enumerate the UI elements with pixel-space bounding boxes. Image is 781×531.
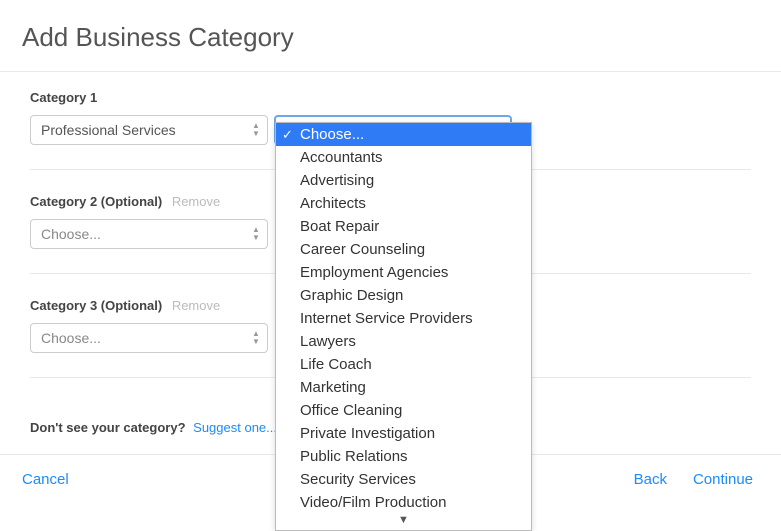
- dropdown-option[interactable]: Boat Repair: [276, 215, 531, 238]
- category-3-remove-link[interactable]: Remove: [172, 298, 220, 313]
- category-1-primary-value: Professional Services: [41, 122, 176, 138]
- cancel-button[interactable]: Cancel: [22, 471, 69, 488]
- dropdown-option[interactable]: Life Coach: [276, 353, 531, 376]
- back-button[interactable]: Back: [634, 471, 667, 488]
- category-2-remove-link[interactable]: Remove: [172, 194, 220, 209]
- select-stepper-icon: ▲▼: [249, 223, 263, 245]
- suggest-prompt: Don't see your category?: [30, 420, 186, 435]
- dropdown-option[interactable]: Internet Service Providers: [276, 307, 531, 330]
- dropdown-option[interactable]: Marketing: [276, 376, 531, 399]
- dropdown-option[interactable]: Accountants: [276, 146, 531, 169]
- dropdown-option[interactable]: Career Counseling: [276, 238, 531, 261]
- select-stepper-icon: ▲▼: [249, 327, 263, 349]
- category-1-primary-select[interactable]: Professional Services ▲▼: [30, 115, 268, 145]
- dropdown-option[interactable]: Private Investigation: [276, 422, 531, 445]
- category-2-primary-placeholder: Choose...: [41, 226, 101, 242]
- dropdown-option[interactable]: Lawyers: [276, 330, 531, 353]
- dropdown-option[interactable]: Public Relations: [276, 445, 531, 468]
- category-1-label-row: Category 1: [30, 90, 751, 105]
- dialog-header: Add Business Category: [0, 0, 781, 72]
- dropdown-option[interactable]: Security Services: [276, 468, 531, 491]
- category-3-label: Category 3 (Optional): [30, 298, 162, 313]
- continue-button[interactable]: Continue: [693, 471, 753, 488]
- dropdown-option[interactable]: Architects: [276, 192, 531, 215]
- dropdown-option[interactable]: Choose...: [276, 123, 531, 146]
- dropdown-option[interactable]: Advertising: [276, 169, 531, 192]
- select-stepper-icon: ▲▼: [249, 119, 263, 141]
- dropdown-option[interactable]: Employment Agencies: [276, 261, 531, 284]
- dropdown-scroll-down-icon[interactable]: ▼: [276, 514, 531, 526]
- category-1-label: Category 1: [30, 90, 97, 105]
- page-title: Add Business Category: [22, 22, 759, 53]
- dropdown-option[interactable]: Office Cleaning: [276, 399, 531, 422]
- category-3-primary-placeholder: Choose...: [41, 330, 101, 346]
- category-3-primary-select[interactable]: Choose... ▲▼: [30, 323, 268, 353]
- dropdown-option[interactable]: Graphic Design: [276, 284, 531, 307]
- suggest-link[interactable]: Suggest one...: [193, 420, 277, 435]
- dropdown-option[interactable]: Video/Film Production: [276, 491, 531, 514]
- category-2-primary-select[interactable]: Choose... ▲▼: [30, 219, 268, 249]
- subcategory-dropdown[interactable]: Choose... Accountants Advertising Archit…: [275, 122, 532, 531]
- category-2-label: Category 2 (Optional): [30, 194, 162, 209]
